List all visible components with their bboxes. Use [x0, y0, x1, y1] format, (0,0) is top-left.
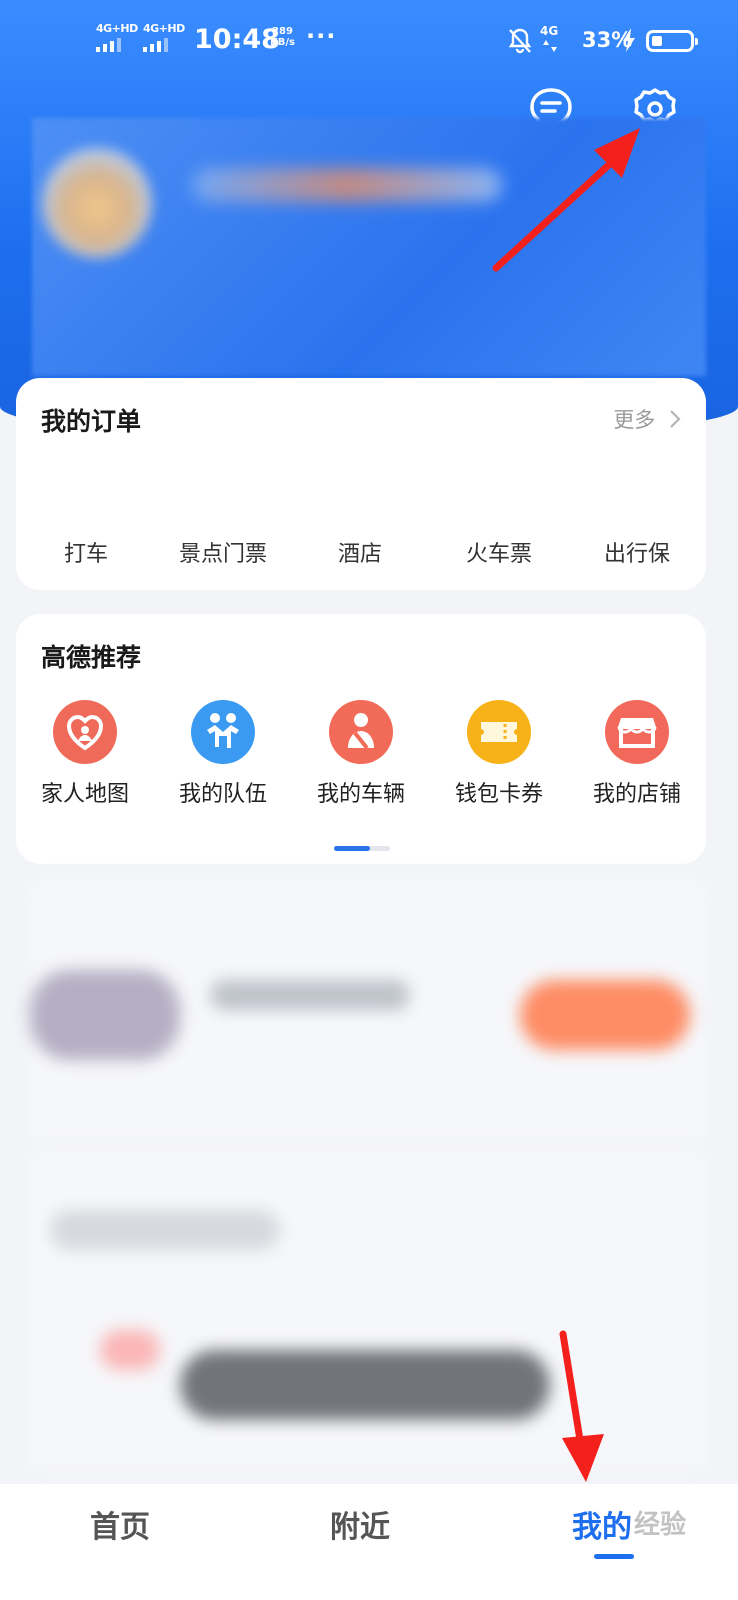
- sim1-signal-icon: 4G+HD: [96, 22, 138, 56]
- orders-title: 我的订单: [41, 407, 142, 436]
- recommend-card: 高德推荐 家人地图 我的队伍 我的车辆 钱包卡券 我的店铺: [16, 614, 706, 864]
- bottom-tab-bar: 首页 附近 我的 经验: [0, 1484, 738, 1600]
- rec-label-wallet: 钱包卡券: [454, 782, 543, 807]
- status-bar: 4G+HD 4G+HD 10:48 289 KB/s ··· 4G 33%: [0, 18, 738, 66]
- team-icon: [191, 700, 255, 764]
- order-item-insurance[interactable]: 出行保: [567, 536, 707, 568]
- sim2-signal-icon: 4G+HD: [143, 22, 185, 56]
- page-indicator: [334, 846, 390, 851]
- tab-home[interactable]: 首页: [90, 1502, 150, 1546]
- more-notifications-icon: ···: [306, 22, 337, 50]
- tab-nearby[interactable]: 附近: [330, 1502, 390, 1546]
- data-arrows-icon: [543, 40, 557, 52]
- rec-item-wallet[interactable]: 钱包卡券: [430, 700, 568, 808]
- watermark: 经验: [634, 1510, 687, 1540]
- chevron-right-icon: [670, 410, 681, 428]
- network-speed: 289 KB/s: [270, 26, 295, 48]
- mute-bell-icon: [508, 28, 532, 54]
- speed-unit: KB/s: [270, 37, 295, 48]
- driver-icon: [329, 700, 393, 764]
- charging-icon: [623, 28, 635, 52]
- clock: 10:48: [194, 24, 280, 55]
- shop-icon: [605, 700, 669, 764]
- speed-value: 289: [272, 26, 293, 37]
- rec-item-family-map[interactable]: 家人地图: [16, 700, 154, 808]
- rec-label-my-team: 我的队伍: [178, 782, 267, 807]
- orders-more-link[interactable]: 更多: [613, 404, 682, 434]
- order-item-taxi[interactable]: 打车: [16, 536, 156, 568]
- sim2-label: 4G+HD: [143, 22, 185, 35]
- rec-label-my-vehicle: 我的车辆: [316, 782, 405, 807]
- recommend-title: 高德推荐: [41, 643, 142, 672]
- blurred-content-card[interactable]: [30, 1150, 706, 1470]
- tab-mine[interactable]: 我的: [572, 1502, 632, 1546]
- rec-label-family-map: 家人地图: [40, 782, 129, 807]
- profile-info-blurred[interactable]: [32, 118, 706, 376]
- rec-item-my-team[interactable]: 我的队伍: [154, 700, 292, 808]
- order-item-train[interactable]: 火车票: [429, 536, 569, 568]
- battery-icon: [646, 30, 698, 52]
- sim1-label: 4G+HD: [96, 22, 138, 35]
- active-tab-indicator: [594, 1554, 634, 1559]
- rec-label-my-shop: 我的店铺: [592, 782, 681, 807]
- order-item-tickets[interactable]: 景点门票: [153, 536, 293, 568]
- rec-item-my-vehicle[interactable]: 我的车辆: [292, 700, 430, 808]
- orders-more-label: 更多: [613, 408, 656, 432]
- orders-card: 我的订单 更多 打车 景点门票 酒店 火车票 出行保: [16, 378, 706, 590]
- rec-item-my-shop[interactable]: 我的店铺: [568, 700, 706, 808]
- order-item-hotel[interactable]: 酒店: [290, 536, 430, 568]
- avatar[interactable]: [42, 148, 152, 258]
- heart-family-icon: [53, 700, 117, 764]
- username-blurred: [192, 168, 502, 202]
- blurred-promo-card[interactable]: [30, 880, 706, 1140]
- network-type: 4G: [540, 24, 559, 38]
- ticket-icon: [467, 700, 531, 764]
